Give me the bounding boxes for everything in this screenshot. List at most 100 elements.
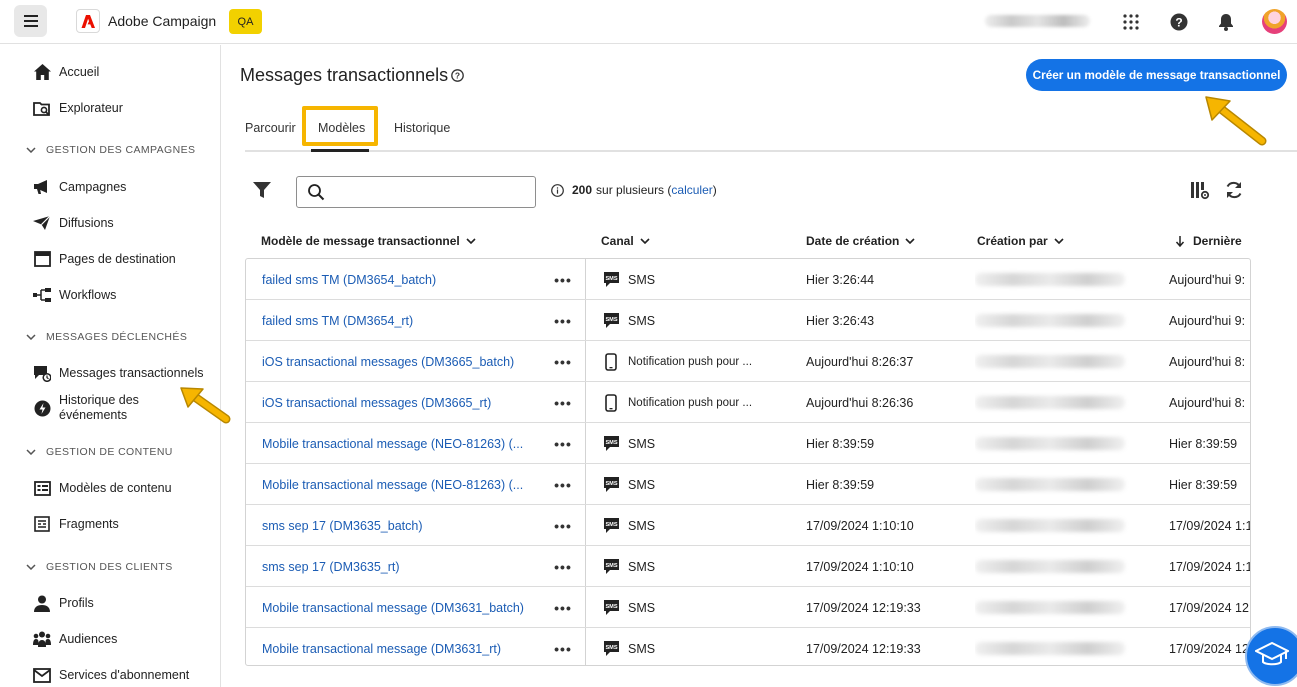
sidebar-item-campagnes[interactable]: Campagnes <box>33 176 126 198</box>
menu-icon <box>23 15 38 27</box>
tab-parcourir[interactable]: Parcourir <box>245 121 296 135</box>
table-row[interactable]: Mobile transactional message (NEO-81263)… <box>246 423 1250 464</box>
sidebar-item-audiences[interactable]: Audiences <box>33 628 117 650</box>
sidebar-item-explorateur[interactable]: Explorateur <box>33 97 123 119</box>
column-header-channel[interactable]: Canal <box>601 234 650 248</box>
audiences-icon <box>33 630 51 648</box>
sidebar-item-accueil[interactable]: Accueil <box>33 61 99 83</box>
template-name-link[interactable]: sms sep 17 (DM3635_batch) <box>262 505 542 546</box>
create-template-button[interactable]: Créer un modèle de message transactionne… <box>1026 59 1287 91</box>
column-header-label: Dernière <box>1193 234 1242 248</box>
created-by-blurred <box>975 505 1135 546</box>
more-icon: ••• <box>554 640 572 657</box>
table-row[interactable]: Mobile transactional message (NEO-81263)… <box>246 464 1250 505</box>
more-actions-button[interactable]: ••• <box>552 546 574 587</box>
info-help-icon[interactable]: ? <box>451 69 464 82</box>
channel-label: Notification push pour ... <box>628 396 753 409</box>
column-header-created-by[interactable]: Création par <box>977 234 1064 248</box>
template-name-link[interactable]: Mobile transactional message (NEO-81263)… <box>262 464 542 505</box>
template-name-link[interactable]: failed sms TM (DM3654_batch) <box>262 259 542 300</box>
sidebar-item-profils[interactable]: Profils <box>33 592 94 614</box>
table-row[interactable]: iOS transactional messages (DM3665_batch… <box>246 341 1250 382</box>
more-actions-button[interactable]: ••• <box>552 423 574 464</box>
sidebar-item-historique-evenements[interactable]: Historique des événements <box>33 391 169 425</box>
section-title: GESTION DES CLIENTS <box>46 561 173 573</box>
section-gestion-contenu[interactable]: GESTION DE CONTENU <box>26 444 173 460</box>
more-icon: ••• <box>554 353 572 370</box>
sidebar-item-fragments[interactable]: Fragments <box>33 513 119 535</box>
table-row[interactable]: sms sep 17 (DM3635_rt) ••• SMS SMS 17/09/202… <box>246 546 1250 587</box>
refresh-icon[interactable] <box>1224 180 1244 200</box>
adobe-logo[interactable] <box>76 9 100 33</box>
more-actions-button[interactable]: ••• <box>552 382 574 423</box>
column-settings-icon[interactable] <box>1190 180 1210 200</box>
column-header-template[interactable]: Modèle de message transactionnel <box>261 234 476 248</box>
template-name-link[interactable]: failed sms TM (DM3654_rt) <box>262 300 542 341</box>
graduation-cap-icon <box>1255 641 1289 666</box>
more-actions-button[interactable]: ••• <box>552 587 574 628</box>
megaphone-icon <box>33 178 51 196</box>
sidebar-item-label: Accueil <box>59 65 100 79</box>
tab-historique[interactable]: Historique <box>394 121 450 135</box>
bell-icon[interactable] <box>1215 11 1237 33</box>
channel-cell: SMS SMS <box>602 546 762 587</box>
template-name-link[interactable]: Mobile transactional message (NEO-81263)… <box>262 423 542 464</box>
channel-label: SMS <box>628 272 656 287</box>
chevron-down-icon <box>640 238 650 244</box>
section-gestion-campagnes[interactable]: GESTION DES CAMPAGNES <box>26 142 195 158</box>
template-name-link[interactable]: Mobile transactional message (DM3631_bat… <box>262 587 542 628</box>
app-title[interactable]: Adobe Campaign <box>108 13 216 29</box>
more-actions-button[interactable]: ••• <box>552 341 574 382</box>
table-row[interactable]: sms sep 17 (DM3635_batch) ••• SMS SMS 17/09/… <box>246 505 1250 546</box>
template-name-link[interactable]: iOS transactional messages (DM3665_batch… <box>262 341 542 382</box>
column-header-created[interactable]: Date de création <box>806 234 915 248</box>
content-template-icon <box>33 479 51 497</box>
table-row[interactable]: iOS transactional messages (DM3665_rt) ••… <box>246 382 1250 423</box>
column-header-last-modified[interactable]: Dernière <box>1175 234 1242 248</box>
template-name-link[interactable]: Mobile transactional message (DM3631_rt) <box>262 628 542 665</box>
sidebar-item-pages-destination[interactable]: Pages de destination <box>33 248 176 270</box>
template-name-link[interactable]: sms sep 17 (DM3635_rt) <box>262 546 542 587</box>
table-row[interactable]: failed sms TM (DM3654_batch) ••• SMS SMS Hie… <box>246 259 1250 300</box>
more-actions-button[interactable]: ••• <box>552 259 574 300</box>
template-name-link[interactable]: iOS transactional messages (DM3665_rt) <box>262 382 542 423</box>
filter-icon[interactable] <box>252 180 272 200</box>
help-icon[interactable]: ? <box>1168 11 1190 33</box>
channel-cell: SMS SMS <box>602 259 762 300</box>
calculate-link[interactable]: calculer <box>671 183 712 197</box>
section-gestion-clients[interactable]: GESTION DES CLIENTS <box>26 559 173 575</box>
chevron-down-icon <box>1054 238 1064 244</box>
profile-icon <box>33 594 51 612</box>
more-actions-button[interactable]: ••• <box>552 300 574 341</box>
fragment-icon <box>33 515 51 533</box>
search-icon <box>308 184 325 201</box>
svg-text:SMS: SMS <box>605 604 617 610</box>
apps-grid-icon[interactable] <box>1120 11 1142 33</box>
table-row[interactable]: Mobile transactional message (DM3631_rt)… <box>246 628 1250 665</box>
table-row[interactable]: Mobile transactional message (DM3631_bat… <box>246 587 1250 628</box>
section-messages-declenches[interactable]: MESSAGES DÉCLENCHÉS <box>26 329 187 345</box>
sidebar-item-services-abonnement[interactable]: Services d'abonnement <box>33 664 189 686</box>
sidebar-item-messages-transactionnels[interactable]: Messages transactionnels <box>33 362 204 384</box>
learning-hub-button[interactable] <box>1245 626 1297 686</box>
sidebar-item-workflows[interactable]: Workflows <box>33 284 116 306</box>
table-row[interactable]: failed sms TM (DM3654_rt) ••• SMS SMS Hier 3… <box>246 300 1250 341</box>
sidebar-item-modeles-contenu[interactable]: Modèles de contenu <box>33 477 172 499</box>
sidebar-item-label: Workflows <box>59 288 117 302</box>
more-icon: ••• <box>554 271 572 288</box>
search-input[interactable] <box>296 176 536 208</box>
sidebar-item-label: Historique des événements <box>59 393 139 422</box>
more-actions-button[interactable]: ••• <box>552 628 574 665</box>
sidebar: Accueil Explorateur GESTION DES CAMPAGNE… <box>0 45 221 687</box>
last-modified-date: Aujourd'hui 8: <box>1169 354 1246 369</box>
more-actions-button[interactable]: ••• <box>552 464 574 505</box>
avatar[interactable] <box>1262 9 1287 34</box>
svg-text:?: ? <box>1175 16 1182 30</box>
sidebar-item-diffusions[interactable]: Diffusions <box>33 212 114 234</box>
send-icon <box>33 214 51 232</box>
channel-label: SMS <box>628 641 656 656</box>
menu-button[interactable] <box>14 5 47 37</box>
svg-text:SMS: SMS <box>605 522 617 528</box>
created-by-blurred <box>975 341 1135 382</box>
more-actions-button[interactable]: ••• <box>552 505 574 546</box>
